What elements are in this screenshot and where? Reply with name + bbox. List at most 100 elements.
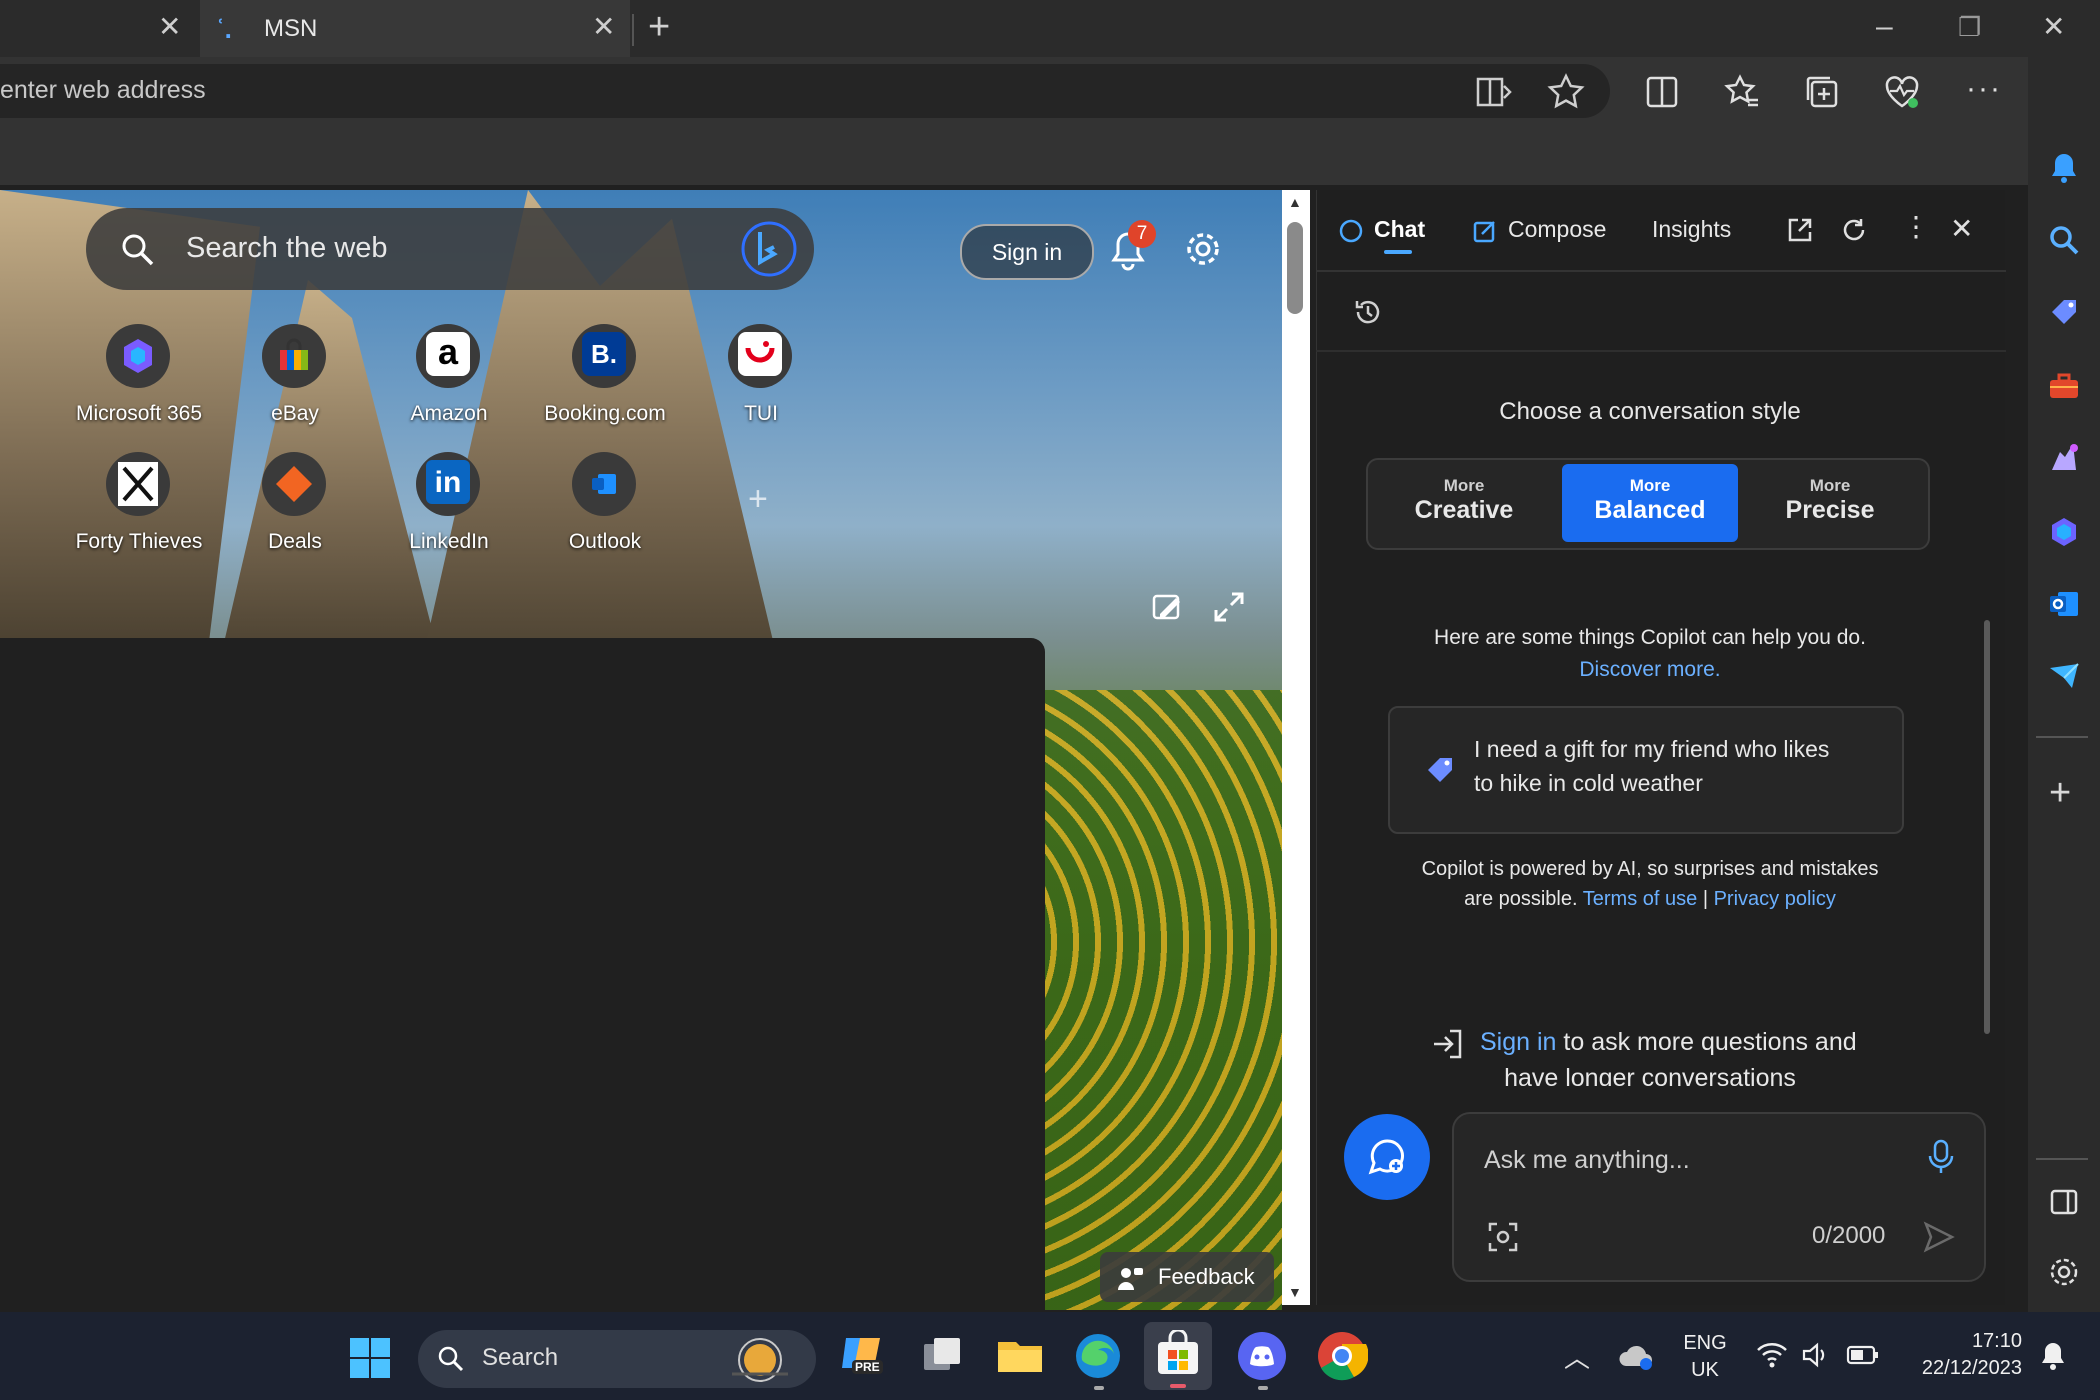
send-icon[interactable] (1922, 1220, 1956, 1254)
games-icon[interactable] (2046, 440, 2082, 476)
open-in-new-icon[interactable] (1786, 216, 1814, 244)
tile-booking[interactable]: B. Booking.com (540, 324, 670, 444)
minimize-icon[interactable]: – (1876, 10, 1893, 44)
visual-search-icon[interactable] (1486, 1220, 1520, 1254)
tab-compose[interactable]: Compose (1472, 214, 1622, 254)
expand-icon[interactable] (1212, 590, 1246, 624)
sign-in-button[interactable]: Sign in (960, 224, 1094, 280)
address-bar[interactable] (0, 64, 1610, 118)
add-shortcut-icon[interactable]: + (748, 480, 768, 519)
browser-essentials-icon[interactable] (1882, 72, 1922, 112)
tab-chat[interactable]: Chat (1338, 214, 1478, 254)
task-view-icon[interactable] (916, 1330, 968, 1382)
panel-scrollbar-thumb[interactable] (1984, 620, 1990, 1034)
language-indicator[interactable]: ENG UK (1680, 1332, 1730, 1382)
maximize-icon[interactable]: ❐ (1958, 12, 1981, 43)
page-scrollbar[interactable] (1282, 190, 1310, 1305)
tools-icon[interactable] (2046, 368, 2082, 404)
shopping-tag-icon[interactable] (2046, 294, 2082, 330)
edge-icon[interactable] (1072, 1330, 1124, 1382)
outlook-icon[interactable] (2046, 586, 2082, 622)
favorites-icon[interactable] (1722, 72, 1762, 112)
ask-input[interactable]: Ask me anything... (1484, 1146, 1690, 1175)
bell-icon[interactable] (2046, 150, 2082, 186)
taskbar-search-box[interactable]: Search (418, 1330, 816, 1388)
close-window-icon[interactable]: ✕ (2042, 10, 2065, 43)
style-balanced[interactable]: More Balanced (1562, 464, 1738, 542)
close-tab-icon[interactable]: ✕ (158, 10, 181, 43)
sidebar-settings-icon[interactable] (2046, 1254, 2082, 1290)
tab-previous[interactable]: ✕ (0, 0, 198, 57)
panel-divider (1316, 350, 2006, 352)
sign-in-prompt-text: to ask more questions and (1563, 1028, 1857, 1056)
search-icon (122, 234, 154, 266)
discover-more-link[interactable]: Discover more. (1316, 658, 1984, 682)
file-explorer-icon[interactable] (994, 1330, 1046, 1382)
tab-insights[interactable]: Insights (1652, 216, 1731, 243)
immersive-reader-icon[interactable] (1474, 72, 1514, 112)
new-topic-button[interactable] (1344, 1114, 1430, 1200)
search-input[interactable]: Search the web (186, 232, 388, 265)
battery-icon[interactable] (1846, 1342, 1880, 1368)
drop-icon[interactable] (2046, 658, 2082, 694)
split-screen-icon[interactable] (1642, 72, 1682, 112)
notification-center-bell-icon[interactable] (2038, 1340, 2068, 1372)
show-hidden-icons-icon[interactable]: ︿ (1564, 1338, 1590, 1375)
chrome-icon[interactable] (1316, 1330, 1368, 1382)
favorite-star-icon[interactable] (1546, 72, 1586, 112)
panel-more-icon[interactable]: ⋮ (1902, 210, 1930, 243)
close-panel-icon[interactable]: ✕ (1950, 212, 1973, 245)
tile-linkedin[interactable]: in LinkedIn (384, 452, 514, 572)
discord-icon[interactable] (1236, 1330, 1288, 1382)
tile-label: Amazon (410, 402, 488, 425)
store-app-active[interactable] (1144, 1322, 1212, 1390)
terms-link[interactable]: Terms of use (1583, 888, 1697, 910)
refresh-icon[interactable] (1840, 216, 1868, 244)
onedrive-icon[interactable] (1618, 1340, 1654, 1372)
history-icon[interactable] (1352, 296, 1384, 328)
tile-tui[interactable]: TUI (696, 324, 826, 444)
compose-icon (1473, 221, 1495, 243)
tile-microsoft-365[interactable]: Microsoft 365 (74, 324, 204, 444)
new-tab-icon[interactable]: + (648, 6, 670, 49)
microphone-icon[interactable] (1926, 1138, 1956, 1176)
add-icon[interactable]: + (2049, 772, 2071, 815)
feedback-button[interactable]: Feedback (1100, 1252, 1274, 1302)
microsoft-365-icon[interactable] (2046, 514, 2082, 550)
taskbar-search-label: Search (482, 1344, 559, 1371)
tile-ebay[interactable]: eBay (230, 324, 360, 444)
wifi-icon[interactable] (1756, 1340, 1788, 1370)
customize-background-icon[interactable] (1150, 590, 1184, 624)
style-big-label: Balanced (1594, 496, 1706, 524)
chat-input-box[interactable]: Ask me anything... 0/2000 (1452, 1112, 1986, 1282)
tab-msn[interactable]: ʿ. MSN ✕ (200, 0, 630, 57)
tile-deals[interactable]: Deals (230, 452, 360, 572)
search-icon[interactable] (2046, 222, 2082, 258)
volume-icon[interactable] (1800, 1340, 1830, 1370)
disclaimer-line-1: Copilot is powered by AI, so surprises a… (1421, 858, 1879, 880)
sign-in-prompt: Sign in to ask more questions and (1480, 1028, 1857, 1057)
scroll-up-icon[interactable]: ▲ (1288, 194, 1302, 210)
privacy-link[interactable]: Privacy policy (1714, 888, 1836, 910)
collections-icon[interactable] (1802, 72, 1842, 112)
tile-label: eBay (271, 402, 319, 425)
suggestion-line-2: to hike in cold weather (1474, 770, 1703, 796)
scroll-down-icon[interactable]: ▼ (1288, 1284, 1302, 1300)
tile-forty-thieves[interactable]: Forty Thieves (74, 452, 204, 572)
style-precise[interactable]: More Precise (1742, 466, 1918, 542)
more-options-icon[interactable]: ··· (1966, 72, 2002, 106)
clock[interactable]: 17:10 22/12/2023 (1902, 1330, 2022, 1380)
copilot-sign-in-link[interactable]: Sign in (1480, 1028, 1556, 1056)
address-input[interactable]: enter web address (0, 76, 206, 105)
suggestion-card[interactable]: I need a gift for my friend who likes to… (1388, 706, 1904, 834)
hide-sidebar-icon[interactable] (2048, 1186, 2080, 1218)
tile-amazon[interactable]: a Amazon (384, 324, 514, 444)
tile-outlook[interactable]: Outlook (540, 452, 670, 572)
bing-icon[interactable] (740, 220, 798, 278)
page-settings-gear-icon[interactable] (1182, 228, 1224, 270)
windows-start-icon[interactable] (348, 1336, 392, 1380)
taskbar-copilot-preview[interactable]: PRE (838, 1330, 890, 1382)
scrollbar-thumb[interactable] (1287, 222, 1303, 314)
style-creative[interactable]: More Creative (1376, 466, 1552, 542)
close-tab-icon[interactable]: ✕ (592, 10, 615, 43)
